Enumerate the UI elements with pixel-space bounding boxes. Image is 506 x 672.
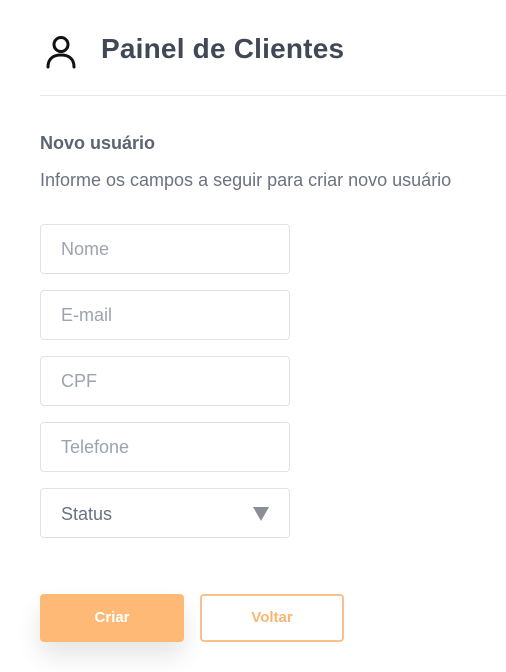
cpf-input[interactable]: [40, 356, 290, 406]
status-select[interactable]: Status: [40, 488, 290, 538]
email-input[interactable]: [40, 290, 290, 340]
create-button[interactable]: Criar: [40, 594, 184, 642]
phone-input[interactable]: [40, 422, 290, 472]
header: Painel de Clientes: [40, 0, 506, 96]
page-title: Painel de Clientes: [101, 33, 345, 64]
page: Painel de Clientes Novo usuário Informe …: [0, 0, 506, 672]
triangle-down-icon: [253, 507, 269, 521]
form-title: Novo usuário: [40, 133, 156, 153]
user-icon: [46, 36, 76, 69]
back-button[interactable]: Voltar: [200, 594, 344, 642]
form-subtitle: Informe os campos a seguir para criar no…: [40, 170, 452, 190]
status-select-value: Status: [61, 504, 113, 524]
name-input[interactable]: [40, 224, 290, 274]
